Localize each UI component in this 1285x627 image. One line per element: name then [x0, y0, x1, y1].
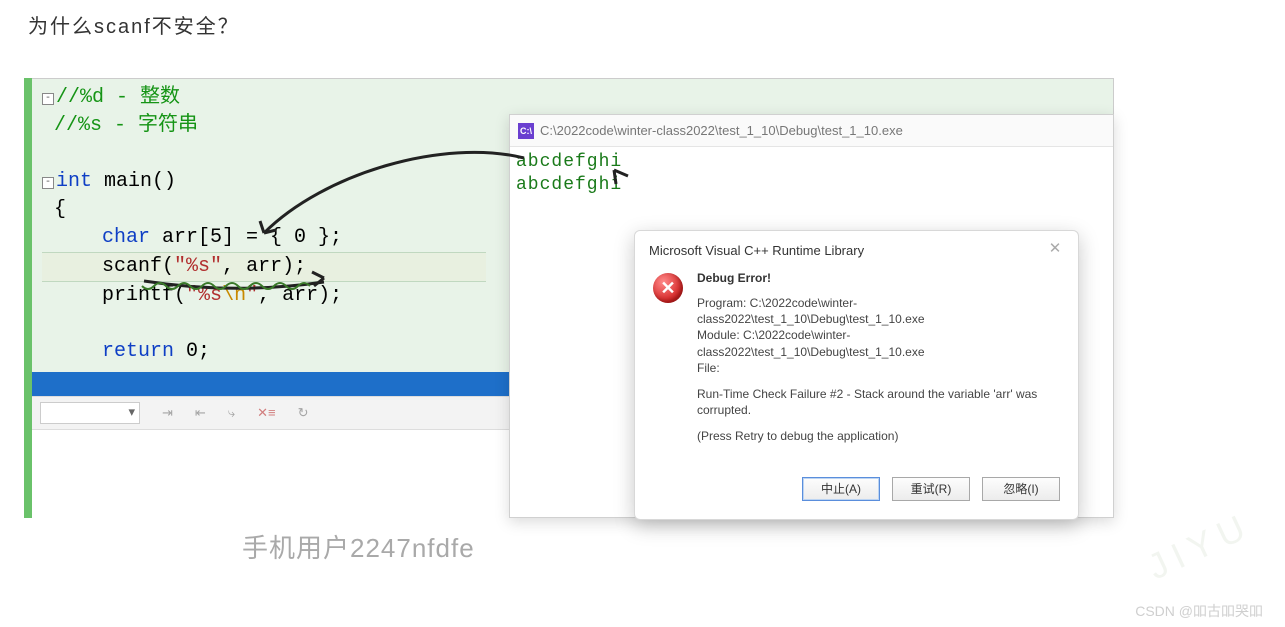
code-punct: (: [162, 255, 174, 278]
retry-button[interactable]: 重试(R): [892, 477, 970, 501]
code-string: "%s": [174, 255, 222, 278]
toolbar-icon[interactable]: ⇤: [195, 405, 206, 421]
document-heading: 为什么scanf不安全？: [28, 10, 240, 39]
code-type: char: [102, 226, 150, 249]
watermark-diagonal: JIYU: [1141, 504, 1258, 589]
dialog-program-line: Program: C:\2022code\winter-class2022\te…: [697, 296, 925, 326]
screenshot-container: -//%d - 整数 //%s - 字符串 -int main() { char…: [24, 78, 1114, 518]
code-number: 0;: [174, 340, 210, 363]
fold-toggle-icon[interactable]: -: [42, 93, 54, 105]
dialog-press-line: (Press Retry to debug the application): [697, 428, 1060, 444]
code-ident: printf: [102, 284, 174, 307]
code-string: ": [246, 284, 258, 307]
toolbar-icon[interactable]: ↻: [298, 405, 309, 421]
code-comment: //%s - 字符串: [54, 114, 198, 137]
fold-toggle-icon[interactable]: -: [42, 177, 54, 189]
code-string: "%s: [186, 284, 222, 307]
watermark-username: 手机用户2247nfdfe: [242, 528, 475, 565]
code-ident: arr[5] = { 0 };: [150, 226, 342, 249]
dialog-body: Debug Error! Program: C:\2022code\winter…: [697, 271, 1060, 455]
console-input-line: abcdefghi: [516, 151, 1107, 174]
code-punct: , arr);: [222, 255, 306, 278]
toolbar-icon[interactable]: ⤷: [228, 405, 235, 421]
code-keyword: return: [102, 340, 174, 363]
toolbar-icon[interactable]: ✕≡: [257, 405, 275, 421]
ide-change-margin: [24, 78, 32, 518]
console-title-path: C:\2022code\winter-class2022\test_1_10\D…: [540, 123, 903, 138]
dialog-module-line: Module: C:\2022code\winter-class2022\tes…: [697, 328, 925, 358]
ignore-button[interactable]: 忽略(I): [982, 477, 1060, 501]
error-icon: ✕: [653, 273, 683, 303]
dialog-failure-line: Run-Time Check Failure #2 - Stack around…: [697, 386, 1060, 418]
console-app-icon: C:\: [518, 123, 534, 139]
dialog-button-row: 中止(A) 重试(R) 忽略(I): [635, 465, 1078, 519]
code-comment: //%d - 整数: [56, 86, 180, 109]
dialog-titlebar: Microsoft Visual C++ Runtime Library ✕: [635, 231, 1078, 267]
toolbar-dropdown[interactable]: [40, 402, 140, 424]
abort-button[interactable]: 中止(A): [802, 477, 880, 501]
code-editor: -//%d - 整数 //%s - 字符串 -int main() { char…: [42, 84, 486, 366]
code-ident: scanf: [102, 255, 162, 278]
code-punct: (): [152, 170, 176, 193]
toolbar-icon[interactable]: ⇥: [162, 405, 173, 421]
code-keyword: int: [56, 170, 92, 193]
code-escape: \n: [222, 284, 246, 307]
watermark-csdn: CSDN @吅古吅哭吅: [1135, 601, 1263, 621]
code-punct: (: [174, 284, 186, 307]
code-brace: {: [54, 198, 66, 221]
dialog-title: Microsoft Visual C++ Runtime Library: [649, 243, 864, 258]
console-titlebar: C:\ C:\2022code\winter-class2022\test_1_…: [510, 115, 1113, 147]
console-body: abcdefghi abcdefghi: [510, 147, 1113, 200]
close-icon[interactable]: ✕: [1046, 241, 1064, 259]
runtime-error-dialog: Microsoft Visual C++ Runtime Library ✕ ✕…: [634, 230, 1079, 520]
code-ident: main: [104, 170, 152, 193]
code-punct: , arr);: [258, 284, 342, 307]
dialog-heading: Debug Error!: [697, 271, 1060, 285]
dialog-file-line: File:: [697, 361, 720, 375]
console-output-line: abcdefghi: [516, 174, 1107, 197]
